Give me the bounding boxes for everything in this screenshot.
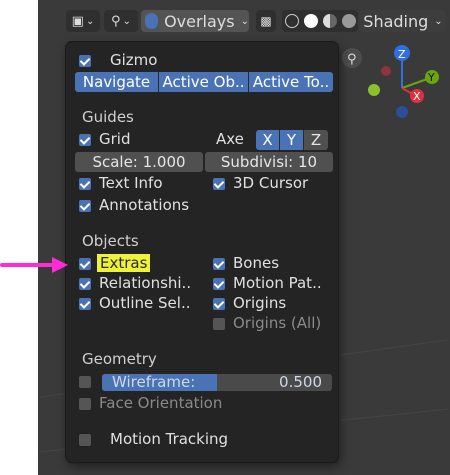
gizmo-neg-y[interactable] — [368, 84, 380, 96]
bones-label: Bones — [233, 254, 280, 272]
grid-checkbox[interactable] — [79, 134, 91, 146]
geometry-section-title: Geometry — [82, 350, 157, 368]
extras-label: Extras — [97, 254, 151, 272]
rendered-shading-icon[interactable] — [341, 14, 356, 28]
origins-all-label: Origins (All) — [233, 314, 322, 332]
3d-cursor-checkbox[interactable] — [213, 178, 225, 190]
text-info-checkbox[interactable] — [79, 178, 91, 190]
motion-paths-label: Motion Pat.. — [233, 274, 322, 292]
origins-checkbox[interactable] — [213, 298, 225, 310]
overlays-popover: Gizmo Navigate Active Ob.. Active To.. G… — [66, 42, 338, 462]
overlays-label: Overlays — [164, 11, 235, 31]
origins-label: Origins — [233, 294, 287, 312]
overlays-icon — [145, 13, 159, 29]
wireframe-shading-icon[interactable] — [284, 14, 299, 28]
zoom-icon: ⚲ — [347, 52, 357, 67]
face-orientation-checkbox[interactable] — [79, 398, 91, 410]
wireframe-slider[interactable]: Wireframe: 0.500 — [102, 374, 332, 391]
gizmo-toggle-button[interactable]: ⚲ ⌄ — [104, 10, 138, 32]
annotations-checkbox[interactable] — [79, 200, 91, 212]
text-info-label: Text Info — [99, 174, 163, 192]
gizmo-neg-z[interactable] — [396, 106, 408, 118]
chevron-down-icon: ⌄ — [434, 15, 443, 27]
motion-tracking-label: Motion Tracking — [110, 430, 229, 448]
chevron-down-icon: ⌄ — [122, 15, 131, 27]
outline-selected-label: Outline Sel.. — [99, 294, 191, 312]
relationships-checkbox[interactable] — [79, 278, 91, 290]
viewport-header: ▣ ⌄ ⚲ ⌄ Overlays ⌄ ▩ Shading ⌄ — [38, 0, 450, 40]
gizmo-buttons: Navigate Active Ob.. Active To.. — [75, 72, 333, 92]
navigate-button[interactable]: Navigate — [75, 72, 159, 92]
view-object-types-button[interactable]: ▣ ⌄ — [66, 10, 100, 32]
shading-label: Shading — [363, 11, 429, 31]
shading-modes — [282, 10, 358, 32]
axis-x-toggle[interactable]: X — [256, 130, 280, 150]
relationships-label: Relationshi.. — [99, 274, 192, 292]
wireframe-slider-label: Wireframe: — [112, 374, 196, 391]
xray-toggle-button[interactable]: ▩ — [256, 10, 276, 32]
annotations-label: Annotations — [99, 196, 190, 214]
grid-subdivisions-field[interactable]: Subdivisi: 10 — [205, 152, 333, 172]
chevron-down-icon: ⌄ — [240, 15, 249, 27]
material-shading-icon[interactable] — [322, 14, 337, 28]
object-types-icon: ▣ — [71, 13, 84, 29]
axis-y-toggle[interactable]: Y — [280, 130, 304, 150]
bones-checkbox[interactable] — [213, 258, 225, 270]
gizmo-label: Gizmo — [110, 51, 158, 69]
grid-scale-field[interactable]: Scale: 1.000 — [75, 152, 203, 172]
active-object-button[interactable]: Active Ob.. — [159, 72, 249, 92]
active-tool-button[interactable]: Active To.. — [249, 72, 333, 92]
gizmo-z-label: Z — [398, 48, 406, 61]
face-orientation-label: Face Orientation — [99, 394, 223, 412]
chevron-down-icon: ⌄ — [85, 15, 95, 27]
gizmo-icon: ⚲ — [111, 13, 121, 29]
navigation-gizmo[interactable]: ⚲ Z Y X — [340, 40, 450, 130]
motion-paths-checkbox[interactable] — [213, 278, 225, 290]
motion-tracking-checkbox[interactable] — [79, 434, 91, 446]
origins-all-checkbox[interactable] — [213, 318, 225, 330]
solid-shading-icon[interactable] — [303, 14, 318, 28]
extras-checkbox[interactable] — [79, 258, 91, 270]
axes-label: Axe — [216, 130, 244, 148]
wireframe-checkbox[interactable] — [79, 376, 91, 388]
gizmo-x-label: X — [413, 90, 421, 103]
xray-icon: ▩ — [260, 14, 272, 28]
objects-section-title: Objects — [82, 232, 139, 250]
shading-dropdown[interactable]: Shading ⌄ — [360, 10, 446, 32]
outline-selected-checkbox[interactable] — [79, 298, 91, 310]
gizmo-y-label: Y — [427, 71, 435, 84]
overlays-button[interactable]: Overlays ⌄ — [141, 10, 249, 32]
pointer-arrow-annotation — [0, 257, 68, 273]
wireframe-slider-value: 0.500 — [279, 374, 322, 391]
guides-section-title: Guides — [82, 108, 134, 126]
3d-cursor-label: 3D Cursor — [233, 174, 309, 192]
axes-toggles: X Y Z — [256, 130, 328, 150]
grid-label: Grid — [99, 130, 131, 148]
gizmo-checkbox[interactable] — [79, 55, 91, 67]
gizmo-neg-x[interactable] — [381, 66, 391, 76]
axis-z-toggle[interactable]: Z — [304, 130, 328, 150]
